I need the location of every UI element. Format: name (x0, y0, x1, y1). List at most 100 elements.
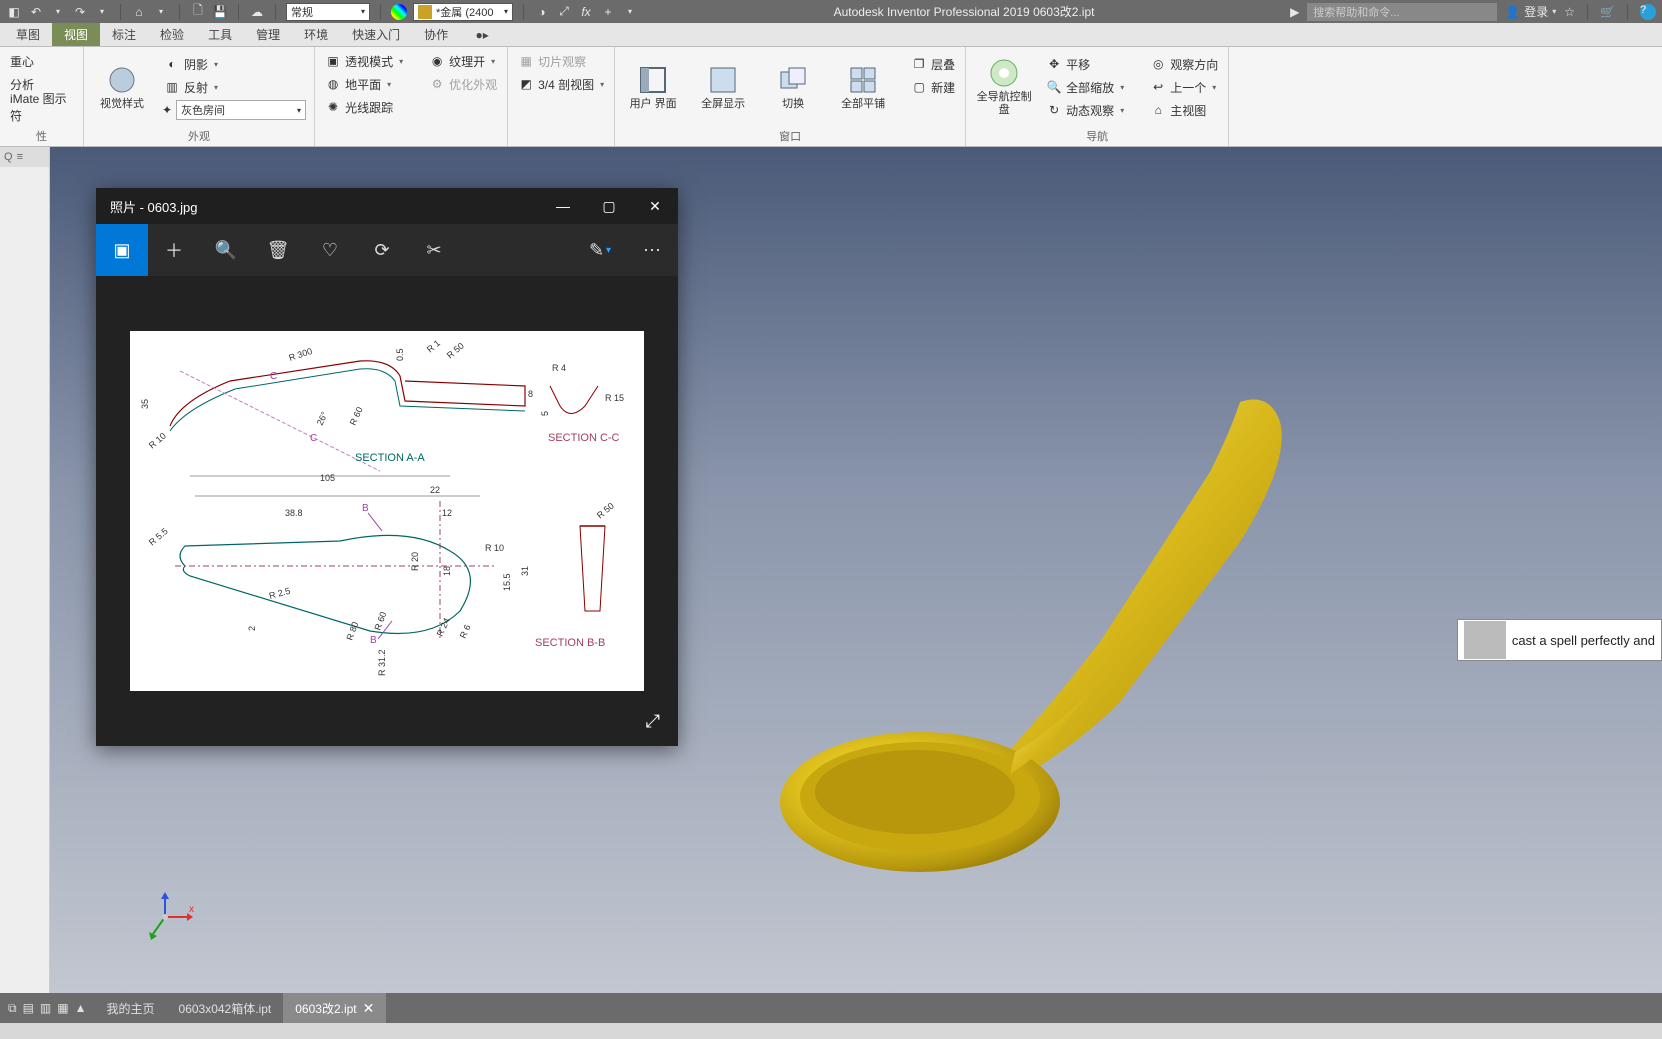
redo-icon[interactable]: ↷ (72, 4, 88, 20)
photos-titlebar[interactable]: 照片 - 0603.jpg ― ▢ ✕ (96, 188, 678, 224)
cart-icon[interactable]: 🛒 (1600, 5, 1615, 19)
style-combo[interactable]: 常规▾ (286, 3, 370, 21)
svg-text:R 31.2: R 31.2 (377, 649, 387, 676)
groundplane-button[interactable]: ◍地平面▾ (323, 73, 405, 95)
appearance-swatch-icon[interactable] (391, 4, 407, 20)
color-icon[interactable]: ◑ (534, 4, 550, 20)
search-go-icon[interactable]: ▶ (1290, 5, 1299, 19)
zoom-all-button[interactable]: 🔍全部缩放▾ (1044, 76, 1126, 98)
add-icon[interactable]: ＋ (148, 224, 200, 276)
browser-menu-icon[interactable]: ≡ (17, 151, 23, 163)
doc-tab-home[interactable]: 我的主页 (95, 993, 167, 1023)
imate-symbols-button[interactable]: iMate 图示符 (8, 96, 75, 118)
home-icon[interactable]: ⌂ (131, 4, 147, 20)
app-menu-icon[interactable]: ◧ (6, 4, 22, 20)
tab-inspect[interactable]: 检验 (148, 23, 196, 46)
tab-collaborate[interactable]: 协作 (412, 23, 460, 46)
nav-wheel-icon (988, 57, 1020, 89)
tab-sketch[interactable]: 草图 (4, 23, 52, 46)
tab-extra-icon[interactable]: ●▸ (460, 23, 504, 46)
shadow-button[interactable]: ◐阴影▾ (162, 53, 306, 75)
user-interface-button[interactable]: 用户 界面 (623, 50, 683, 124)
qat-dd-icon[interactable]: ▾ (622, 4, 638, 20)
slice-view-button[interactable]: ▦切片观察 (516, 50, 606, 72)
favorite-icon[interactable]: ☆ (1564, 5, 1575, 19)
visual-style-button[interactable]: 视觉样式 (92, 50, 152, 124)
perspective-button[interactable]: ▣透视模式▾ (323, 50, 405, 72)
vm-up-icon[interactable]: ▲ (75, 1001, 87, 1015)
new-window-button[interactable]: ▢新建 (909, 76, 957, 98)
svg-text:18: 18 (442, 566, 452, 576)
cloud-icon[interactable]: ☁ (249, 4, 265, 20)
nav-wheel-button[interactable]: 全导航控制盘 (974, 50, 1034, 124)
groundplane-icon: ◍ (325, 76, 341, 92)
rotate-icon[interactable]: ⟳ (356, 224, 408, 276)
tab-environment[interactable]: 环境 (292, 23, 340, 46)
redo-dd-icon[interactable]: ▾ (94, 4, 110, 20)
login-button[interactable]: 👤登录▾ (1505, 3, 1556, 20)
help-search-input[interactable]: 搜索帮助和命令... (1307, 3, 1497, 21)
svg-text:R 300: R 300 (288, 346, 314, 363)
undo-dd-icon[interactable]: ▾ (50, 4, 66, 20)
tab-annotate[interactable]: 标注 (100, 23, 148, 46)
switch-window-button[interactable]: 切换 (763, 50, 823, 124)
help-icon[interactable]: ? (1640, 4, 1656, 20)
axis-triad[interactable]: x (145, 892, 195, 942)
engineering-drawing: C C SECTION A-A R 300 35 R 10 26° R 60 0… (130, 331, 644, 691)
doc-tab-2[interactable]: 0603改2.ipt✕ (283, 993, 386, 1023)
close-tab-icon[interactable]: ✕ (363, 1000, 375, 1017)
favorite-icon[interactable]: ♡ (304, 224, 356, 276)
cascade-button[interactable]: ❐层叠 (909, 53, 957, 75)
photos-window[interactable]: 照片 - 0603.jpg ― ▢ ✕ ▣ ＋ 🔍 🗑 ♡ ⟳ ✂ ✎▾ ⋯ C… (96, 188, 678, 746)
optimize-appearance-button[interactable]: ⚙优化外观 (427, 73, 499, 95)
vm-icon-2[interactable]: ▤ (23, 1001, 34, 1015)
look-at-button[interactable]: ◎观察方向 (1148, 53, 1220, 75)
fx-icon[interactable]: fx (578, 4, 594, 20)
fullscreen-button[interactable]: 全屏显示 (693, 50, 753, 124)
home-dd-icon[interactable]: ▾ (153, 4, 169, 20)
vm-icon-1[interactable]: ⧉ (8, 1001, 17, 1016)
edit-icon[interactable]: ✎▾ (574, 224, 626, 276)
photos-canvas[interactable]: C C SECTION A-A R 300 35 R 10 26° R 60 0… (96, 276, 678, 746)
tab-view[interactable]: 视图 (52, 23, 100, 46)
svg-text:12: 12 (442, 508, 452, 518)
window-group: 用户 界面 全屏显示 切换 全部平铺 ❐层叠 ▢新建 窗口 (615, 47, 966, 146)
delete-icon[interactable]: 🗑 (252, 224, 304, 276)
spoon-model[interactable] (770, 382, 1310, 902)
three-quarter-section-button[interactable]: ◩3/4 剖视图▾ (516, 73, 606, 95)
previous-view-button[interactable]: ↩上一个▾ (1148, 76, 1220, 98)
undo-icon[interactable]: ↶ (28, 4, 44, 20)
center-of-gravity-button[interactable]: 重心 (8, 50, 75, 72)
model-tree[interactable] (0, 167, 49, 175)
tile-all-button[interactable]: 全部平铺 (833, 50, 893, 124)
expand-icon[interactable]: ⤢ (646, 711, 660, 732)
zoom-icon[interactable]: 🔍 (200, 224, 252, 276)
minimize-button[interactable]: ― (540, 188, 586, 224)
material-combo[interactable]: *金属 (2400▾ (413, 3, 513, 21)
environment-combo[interactable]: 灰色房间▾ (176, 100, 306, 120)
tab-manage[interactable]: 管理 (244, 23, 292, 46)
orbit-button[interactable]: ↻动态观察▾ (1044, 99, 1126, 121)
more-icon[interactable]: ⋯ (626, 224, 678, 276)
doc-tab-1[interactable]: 0603x042箱体.ipt (167, 993, 284, 1023)
vm-icon-4[interactable]: ▦ (57, 1001, 68, 1015)
save-icon[interactable]: 💾 (212, 4, 228, 20)
maximize-button[interactable]: ▢ (586, 188, 632, 224)
reflection-button[interactable]: ▥反射▾ (162, 76, 306, 98)
raytrace-button[interactable]: ✺光线跟踪 (323, 96, 405, 118)
browser-search-icon[interactable]: Q (4, 151, 13, 163)
texture-button[interactable]: ◉纹理开▾ (427, 50, 499, 72)
ui-icon (637, 64, 669, 96)
tab-tools[interactable]: 工具 (196, 23, 244, 46)
open-icon[interactable]: 🗋 (190, 4, 206, 20)
plus-icon[interactable]: + (600, 4, 616, 20)
home-view-button[interactable]: ⌂主视图 (1148, 99, 1220, 121)
tab-getstarted[interactable]: 快速入门 (340, 23, 412, 46)
pan-button[interactable]: ✥平移 (1044, 53, 1126, 75)
model-browser-pane[interactable]: Q≡ (0, 147, 50, 993)
crop-icon[interactable]: ✂ (408, 224, 460, 276)
close-button[interactable]: ✕ (632, 188, 678, 224)
measure-icon[interactable]: ⤢ (556, 4, 572, 20)
collection-icon[interactable]: ▣ (96, 224, 148, 276)
vm-icon-3[interactable]: ▥ (40, 1001, 51, 1015)
